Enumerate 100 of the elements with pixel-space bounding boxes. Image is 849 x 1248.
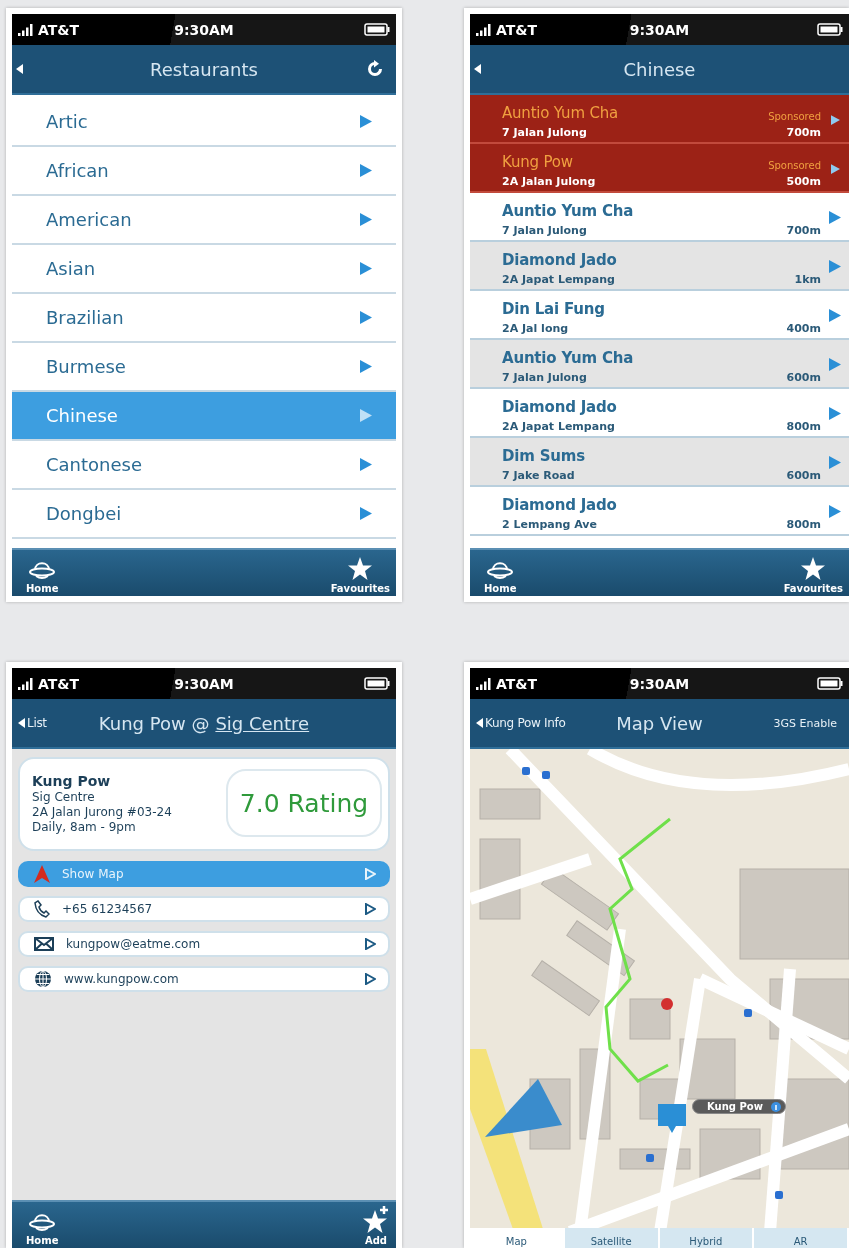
back-icon[interactable] [474,64,482,74]
sponsored-label: Sponsored [768,111,821,122]
restaurant-address: 2A Japat Lempang [502,272,616,286]
phone-item[interactable]: +65 61234567 [18,896,390,922]
signal-icon [18,23,34,36]
back-arrow-icon [18,718,26,728]
add-tab[interactable]: Add [362,1206,390,1246]
arrow-icon [360,262,372,275]
status-time: 9:30AM [174,21,234,38]
arrow-icon [360,311,372,324]
restaurant-address: 7 Jalan Julong [502,223,588,237]
battery-icon [817,23,843,36]
distance-label: 500m [785,174,821,188]
arrow-icon [829,505,841,518]
screen-title: Chinese [623,58,696,80]
arrow-icon [830,114,840,125]
outline-arrow-icon [365,973,376,985]
map-mode-tab[interactable]: AR [754,1228,849,1248]
restaurant-address: 2A Japat Lempang [502,419,616,433]
restaurant-address: 2A Jalan Julong [502,174,597,188]
nav-right-label: 3GS Enable [773,716,837,730]
arrow-icon [829,358,841,371]
website-item[interactable]: www.kungpow.com [18,966,390,992]
phone-icon [34,900,50,918]
distance-label: 400m [786,321,821,335]
restaurant-name: Diamond Jado [502,251,618,269]
restaurant-name: Auntio Yum Cha [502,349,635,367]
back-arrow-icon [476,718,484,728]
restaurant-name: Auntio Yum Cha [502,202,635,220]
restaurant-name: Din Lai Fung [502,300,606,318]
restaurant-name: Kung Pow [502,153,574,171]
status-time: 9:30AM [629,21,690,38]
arrow-icon [360,507,372,520]
distance-label: 700m [785,125,821,139]
distance-label: 800m [786,419,821,433]
arrow-icon [360,164,372,177]
back-button[interactable]: Kung Pow Info [474,714,568,732]
carrier-name: AT&T [496,21,538,38]
venue-link[interactable]: Sig Centre [215,712,310,734]
restaurant-address: 2 Lempang Ave [502,517,598,531]
globe-icon [34,970,52,988]
arrow-icon [829,456,841,469]
hours-text: Daily, 8am - 9pm [32,819,137,834]
arrow-icon [829,309,841,322]
battery-icon [817,677,843,690]
distance-label: 1km [794,272,821,286]
restaurant-address: 7 Jalan Julong [502,125,588,139]
restaurant-name: Diamond Jado [502,496,618,514]
home-tab[interactable]: Home [484,557,517,594]
restaurant-address: 7 Jake Road [502,468,576,482]
distance-label: 600m [786,370,821,384]
status-time: 9:30AM [629,675,690,692]
arrow-icon [829,260,841,273]
arrow-icon [829,211,841,224]
restaurant-name: Kung Pow [32,772,112,789]
arrow-icon [360,458,372,471]
arrow-icon [830,163,840,174]
signal-icon [18,677,34,690]
home-tab[interactable]: Home [26,557,59,594]
screen-title: Restaurants [150,58,258,80]
restaurant-name: Dim Sums [502,447,586,465]
outline-arrow-icon [365,938,376,950]
arrow-icon [360,115,372,128]
favourites-tab[interactable]: Favourites [330,556,390,594]
arrow-icon [360,213,372,226]
restaurant-name: Diamond Jado [502,398,618,416]
restaurant-item[interactable]: Dim Sums 7 Jake Road 600m [470,438,849,487]
arrow-icon [829,407,841,420]
restaurant-item[interactable]: Diamond Jado 2A Japat Lempang 1km [470,242,849,291]
status-time: 9:30AM [174,675,234,692]
email-item[interactable]: kungpow@eatme.com [18,931,390,957]
star-icon [800,556,827,581]
sponsored-label: Sponsored [768,160,821,171]
restaurant-address: 7 Jalan Julong [502,370,588,384]
signal-icon [476,23,492,36]
battery-icon [364,677,390,690]
outline-arrow-icon [365,868,376,880]
signal-icon [476,677,492,690]
restaurant-item[interactable]: Kung Pow Sponsored 2A Jalan Julong 500m [470,144,849,193]
restaurant-item[interactable]: Auntio Yum Cha Sponsored 7 Jalan Julong 700m [470,95,849,144]
back-icon[interactable] [16,64,24,74]
refresh-icon[interactable] [366,60,384,78]
outline-arrow-icon [365,903,376,915]
arrow-icon [360,409,372,422]
distance-label: 600m [786,468,821,482]
restaurant-item[interactable]: Auntio Yum Cha 7 Jalan Julong 600m [470,340,849,389]
map-mode-tab[interactable]: Hybrid [659,1228,755,1248]
home-tab[interactable]: Home [26,1209,59,1246]
carrier-name: AT&T [38,675,80,692]
star-icon [347,556,374,581]
info-icon [770,1101,781,1112]
screen-title: Kung Pow @ [98,712,210,734]
envelope-icon [34,937,54,951]
map-mode-tab[interactable]: Satellite [564,1228,660,1248]
favourites-tab[interactable]: Favourites [783,556,843,594]
arrowhead-icon [34,865,50,883]
back-button[interactable]: List [16,714,49,732]
venue-name: Sig Centre [32,789,96,804]
carrier-name: AT&T [38,21,80,38]
restaurant-name: Auntio Yum Cha [502,104,619,122]
